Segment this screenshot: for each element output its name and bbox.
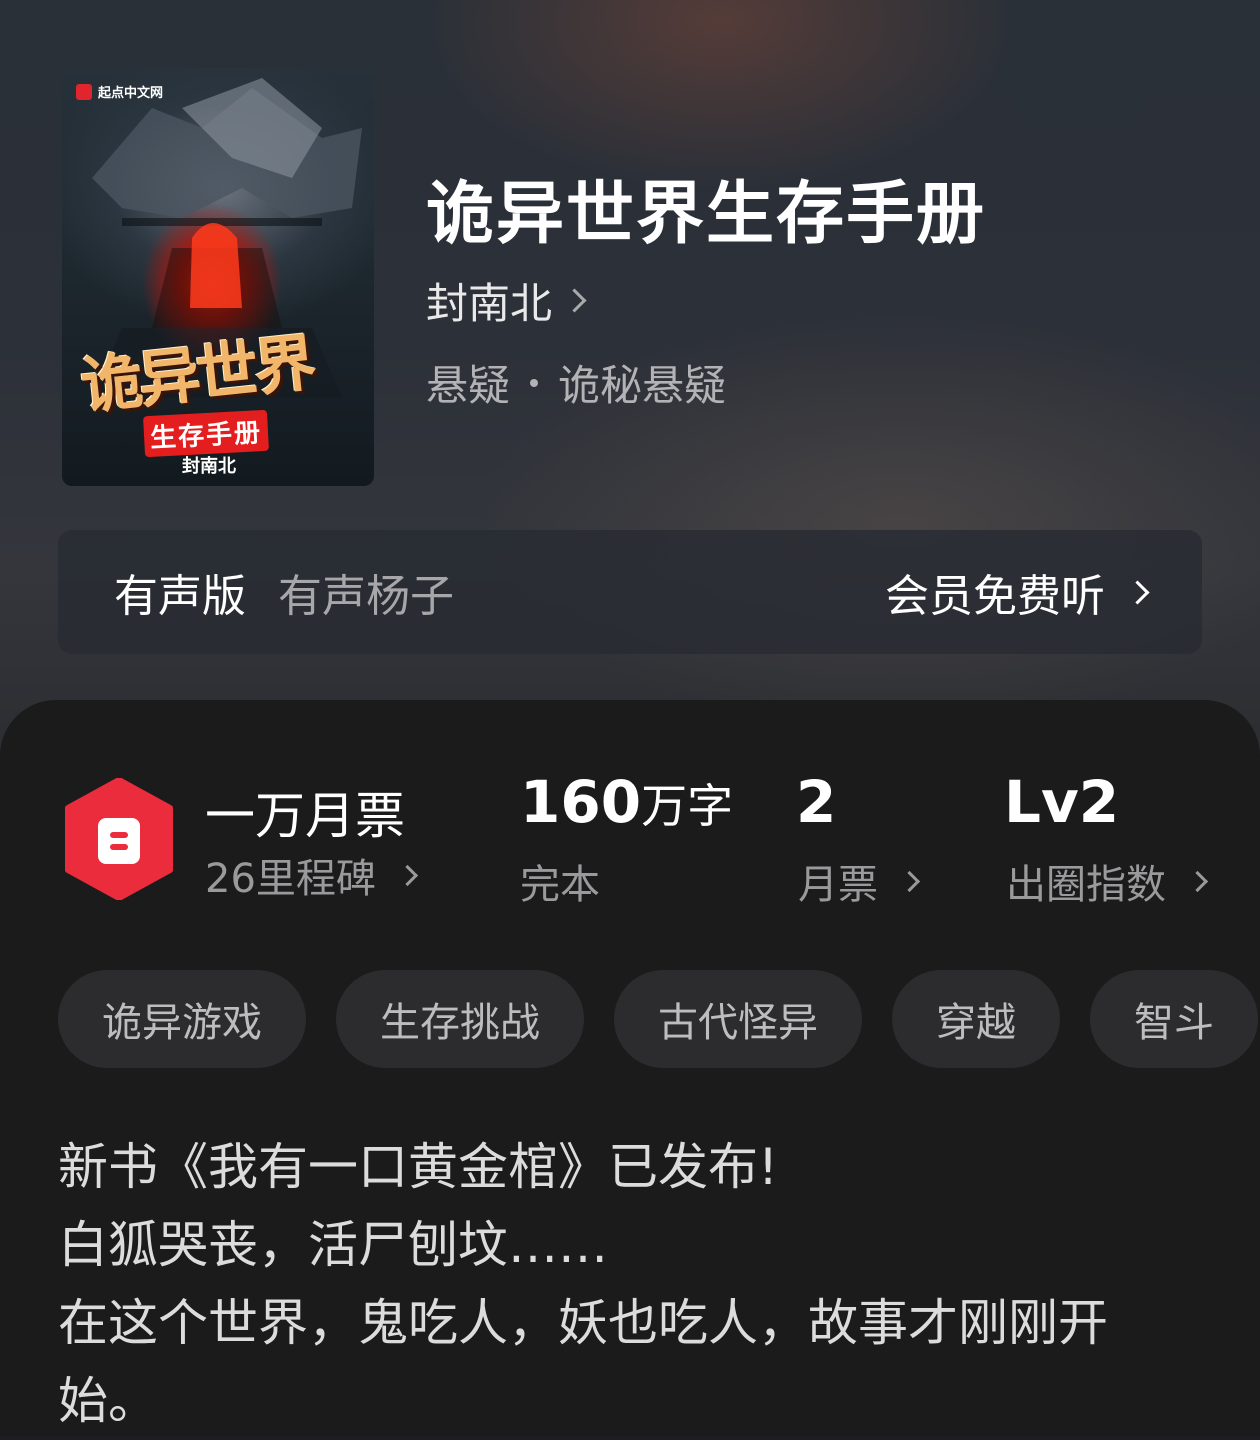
cover-author-art: 封南北	[182, 456, 236, 477]
book-status-label: 完本	[520, 862, 600, 908]
book-cover[interactable]: 起点中文网 诡异世界 生存手册 封南北	[62, 68, 374, 486]
book-intro[interactable]: 新书《我有一口黄金棺》已发布! 白狐哭丧，活尸刨坟…… 在这个世界，鬼吃人，妖也…	[58, 1128, 1208, 1440]
chevron-right-icon	[562, 288, 587, 313]
ticket-label: 月票	[798, 862, 878, 908]
tag-chip[interactable]: 穿越	[892, 970, 1060, 1068]
separator-dot	[530, 378, 539, 387]
chevron-right-icon	[1186, 870, 1209, 892]
monthly-ticket-link[interactable]: 月票	[798, 852, 921, 910]
monthly-ticket-title[interactable]: 一万月票	[205, 776, 405, 848]
audio-narrator: 有声杨子	[278, 571, 454, 622]
chevron-right-icon	[1125, 579, 1150, 605]
book-title: 诡异世界生存手册	[426, 174, 987, 254]
popularity-level-value: Lv2	[1004, 768, 1120, 836]
intro-line: 白狐哭丧，活尸刨坟……	[58, 1216, 608, 1274]
publisher-name: 起点中文网	[98, 86, 164, 101]
audio-version-bar[interactable]: 有声版 有声杨子 会员免费听	[58, 530, 1202, 654]
audio-label: 有声版	[114, 571, 246, 622]
word-count-unit: 万字	[641, 779, 734, 833]
ticket-hexagon-icon[interactable]	[64, 778, 174, 900]
tag-chip[interactable]: 诡异游戏	[58, 970, 306, 1068]
intro-line: 在这个世界，鬼吃人，妖也吃人，故事才刚刚开	[58, 1294, 1108, 1352]
tag-list: 诡异游戏 生存挑战 古代怪异 穿越 智斗	[58, 970, 1258, 1068]
genre-main[interactable]: 悬疑	[426, 352, 510, 413]
tag-chip[interactable]: 生存挑战	[336, 970, 584, 1068]
tag-chip[interactable]: 智斗	[1090, 970, 1258, 1068]
author-link[interactable]: 封南北	[426, 270, 587, 331]
intro-line: 始。	[58, 1372, 158, 1430]
popularity-level: Lv2	[1004, 768, 1119, 836]
milestone-count: 26里程碑	[205, 856, 376, 902]
tag-chip[interactable]: 古代怪异	[614, 970, 862, 1068]
book-status: 完本	[520, 852, 600, 910]
chevron-right-icon	[396, 864, 419, 886]
ticket-count: 2	[796, 768, 836, 836]
cover-subtitle-art: 生存手册	[143, 409, 270, 458]
genre-line: 悬疑 诡秘悬疑	[426, 352, 726, 413]
word-count: 160万字	[520, 768, 733, 836]
word-count-number: 160	[520, 768, 642, 836]
author-name: 封南北	[426, 279, 553, 328]
ticket-count-number: 2	[796, 768, 837, 836]
chevron-right-icon	[898, 870, 921, 892]
intro-line: 新书《我有一口黄金棺》已发布!	[58, 1138, 779, 1196]
genre-sub[interactable]: 诡秘悬疑	[558, 352, 726, 413]
publisher-logo: 起点中文网	[76, 82, 163, 101]
publisher-icon	[76, 83, 92, 100]
popularity-index-label: 出圈指数	[1006, 862, 1166, 908]
milestone-link[interactable]: 26里程碑	[205, 846, 419, 904]
member-listen-button[interactable]: 会员免费听	[885, 560, 1150, 624]
member-listen-label: 会员免费听	[885, 571, 1105, 622]
popularity-index-link[interactable]: 出圈指数	[1006, 852, 1209, 910]
